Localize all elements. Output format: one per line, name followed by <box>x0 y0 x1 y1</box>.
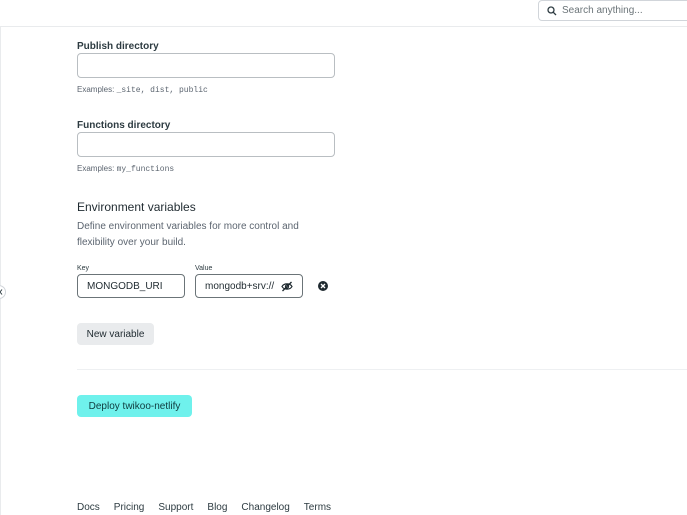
functions-directory-input[interactable] <box>77 132 335 157</box>
chevron-left-icon <box>0 289 3 295</box>
publish-directory-hint-code: _site, dist, public <box>116 86 208 95</box>
eye-off-icon[interactable] <box>281 281 293 292</box>
remove-variable-button[interactable] <box>318 281 328 291</box>
functions-directory-hint-code: my_functions <box>116 165 175 174</box>
env-key-input[interactable]: MONGODB_URI <box>77 274 185 298</box>
functions-directory-label: Functions directory <box>77 120 171 131</box>
environment-variables-description: Define environment variables for more co… <box>77 221 299 248</box>
publish-directory-input[interactable] <box>77 53 335 78</box>
footer-link-blog[interactable]: Blog <box>207 502 227 513</box>
close-icon <box>320 283 326 289</box>
footer-links: Docs Pricing Support Blog Changelog Term… <box>77 502 331 513</box>
search-box[interactable]: Search anything... <box>538 0 687 21</box>
publish-directory-label: Publish directory <box>77 41 159 52</box>
search-input[interactable]: Search anything... <box>562 5 643 16</box>
footer-link-docs[interactable]: Docs <box>77 502 100 513</box>
functions-directory-hint: Examples: my_functions <box>77 164 174 174</box>
footer-link-changelog[interactable]: Changelog <box>241 502 289 513</box>
deploy-button[interactable]: Deploy twikoo-netlify <box>77 395 192 417</box>
value-label: Value <box>195 265 213 272</box>
top-bar: Search anything... <box>0 0 687 27</box>
footer-link-support[interactable]: Support <box>158 502 193 513</box>
sidebar-collapse-button[interactable] <box>0 285 6 299</box>
sidebar-divider <box>0 27 1 515</box>
key-label: Key <box>77 265 90 272</box>
section-divider <box>77 369 687 370</box>
publish-directory-hint: Examples: _site, dist, public <box>77 85 208 95</box>
footer-link-terms[interactable]: Terms <box>304 502 331 513</box>
search-icon <box>547 5 557 15</box>
footer-link-pricing[interactable]: Pricing <box>114 502 145 513</box>
publish-directory-hint-prefix: Examples: <box>77 85 117 94</box>
environment-variables-title: Environment variables <box>77 200 196 214</box>
new-variable-button[interactable]: New variable <box>77 323 154 345</box>
functions-directory-hint-prefix: Examples: <box>77 164 117 173</box>
